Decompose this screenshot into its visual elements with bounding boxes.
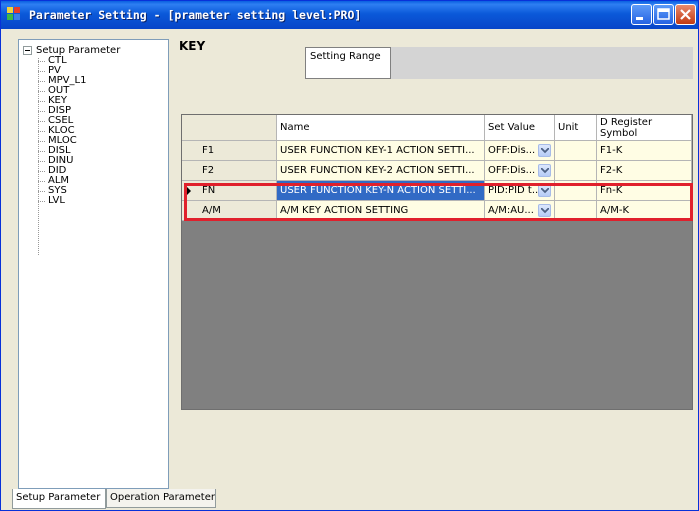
unit-cell — [555, 141, 597, 161]
d-register-cell: F2-K — [597, 161, 692, 181]
column-header-name[interactable]: Name — [277, 115, 485, 141]
set-value-text: OFF:Dis... — [488, 145, 536, 156]
tree-collapse-icon[interactable] — [23, 45, 32, 55]
column-header-d-register-line1: D Register — [600, 117, 653, 128]
setting-range-value — [390, 47, 693, 79]
column-header-unit[interactable]: Unit — [555, 115, 597, 141]
maximize-button[interactable] — [653, 4, 674, 25]
close-button[interactable] — [675, 4, 696, 25]
maximize-icon — [657, 8, 670, 20]
title-bar[interactable]: Parameter Setting - [prameter setting le… — [1, 1, 698, 29]
close-icon — [680, 9, 691, 20]
tree-root[interactable]: Setup Parameter — [23, 45, 120, 56]
column-header-d-register-line2: Symbol — [600, 128, 638, 139]
section-title: KEY — [179, 39, 206, 53]
highlight-box — [184, 183, 693, 221]
setting-range-box: Setting Range — [305, 47, 693, 79]
tab-setup-parameter[interactable]: Setup Parameter — [12, 489, 106, 509]
tree-item-ctl[interactable]: CTL — [38, 56, 86, 66]
row-label: F2 — [202, 165, 215, 176]
name-cell[interactable]: USER FUNCTION KEY-1 ACTION SETTI... — [277, 141, 485, 161]
setting-range-label: Setting Range — [310, 51, 381, 62]
row-header[interactable]: F1 — [182, 141, 277, 161]
table-row[interactable]: F1 USER FUNCTION KEY-1 ACTION SETTI... O… — [182, 141, 692, 161]
d-register-cell: F1-K — [597, 141, 692, 161]
parameter-grid: Name Set Value Unit D Register Symbol F1… — [181, 114, 693, 410]
row-label: F1 — [202, 145, 215, 156]
chevron-down-icon — [541, 168, 549, 174]
column-header-set-value[interactable]: Set Value — [485, 115, 555, 141]
minimize-icon — [636, 17, 643, 20]
minimize-button[interactable] — [631, 4, 652, 25]
table-row[interactable]: F2 USER FUNCTION KEY-2 ACTION SETTI... O… — [182, 161, 692, 181]
set-value-combo[interactable]: OFF:Dis... — [485, 161, 555, 181]
set-value-text: OFF:Dis... — [488, 165, 536, 176]
unit-cell — [555, 161, 597, 181]
name-cell[interactable]: USER FUNCTION KEY-2 ACTION SETTI... — [277, 161, 485, 181]
combo-dropdown-button[interactable] — [538, 144, 551, 157]
set-value-combo[interactable]: OFF:Dis... — [485, 141, 555, 161]
tree-items: CTL PV MPV_L1 OUT KEY DISP CSEL KLOC MLO… — [38, 56, 86, 206]
column-header-d-register[interactable]: D Register Symbol — [597, 115, 692, 141]
tree-item-lvl[interactable]: LVL — [38, 196, 86, 206]
grid-header-row: Name Set Value Unit D Register Symbol — [182, 115, 692, 141]
chevron-down-icon — [541, 148, 549, 154]
row-header-column — [182, 115, 277, 141]
row-header[interactable]: F2 — [182, 161, 277, 181]
tab-operation-parameter[interactable]: Operation Parameter — [106, 489, 216, 508]
combo-dropdown-button[interactable] — [538, 164, 551, 177]
app-window: Parameter Setting - [prameter setting le… — [0, 0, 699, 511]
window-title: Parameter Setting - [prameter setting le… — [29, 8, 362, 22]
app-grid-icon — [7, 7, 22, 22]
parameter-tree[interactable]: Setup Parameter CTL PV MPV_L1 OUT KEY DI… — [18, 39, 169, 489]
